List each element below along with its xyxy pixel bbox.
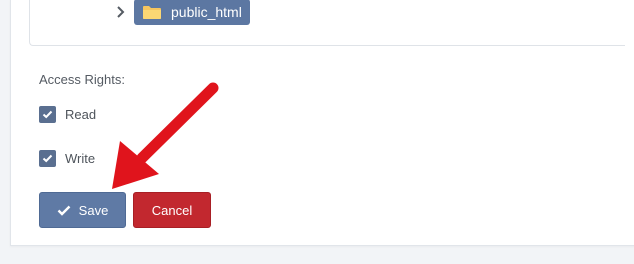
write-checkbox[interactable] [39,150,56,167]
cancel-button-label: Cancel [151,202,193,218]
folder-icon [142,5,162,20]
folder-tree: public_html [29,0,625,46]
folder-label: public_html [171,4,242,20]
cancel-button[interactable]: Cancel [133,192,211,228]
save-button[interactable]: Save [39,192,126,228]
checkmark-icon [42,154,53,163]
chevron-right-icon[interactable] [112,4,128,20]
save-button-label: Save [78,202,109,218]
access-rights-label: Access Rights: [39,72,125,87]
read-label: Read [65,107,97,122]
read-checkbox[interactable] [39,106,56,123]
write-checkbox-row[interactable]: Write [39,150,95,167]
read-checkbox-row[interactable]: Read [39,106,96,123]
checkmark-icon [57,205,71,216]
folder-item-public-html[interactable]: public_html [134,0,250,25]
write-label: Write [65,151,96,166]
checkmark-icon [42,110,53,119]
tree-row-public-html: public_html [112,0,250,25]
